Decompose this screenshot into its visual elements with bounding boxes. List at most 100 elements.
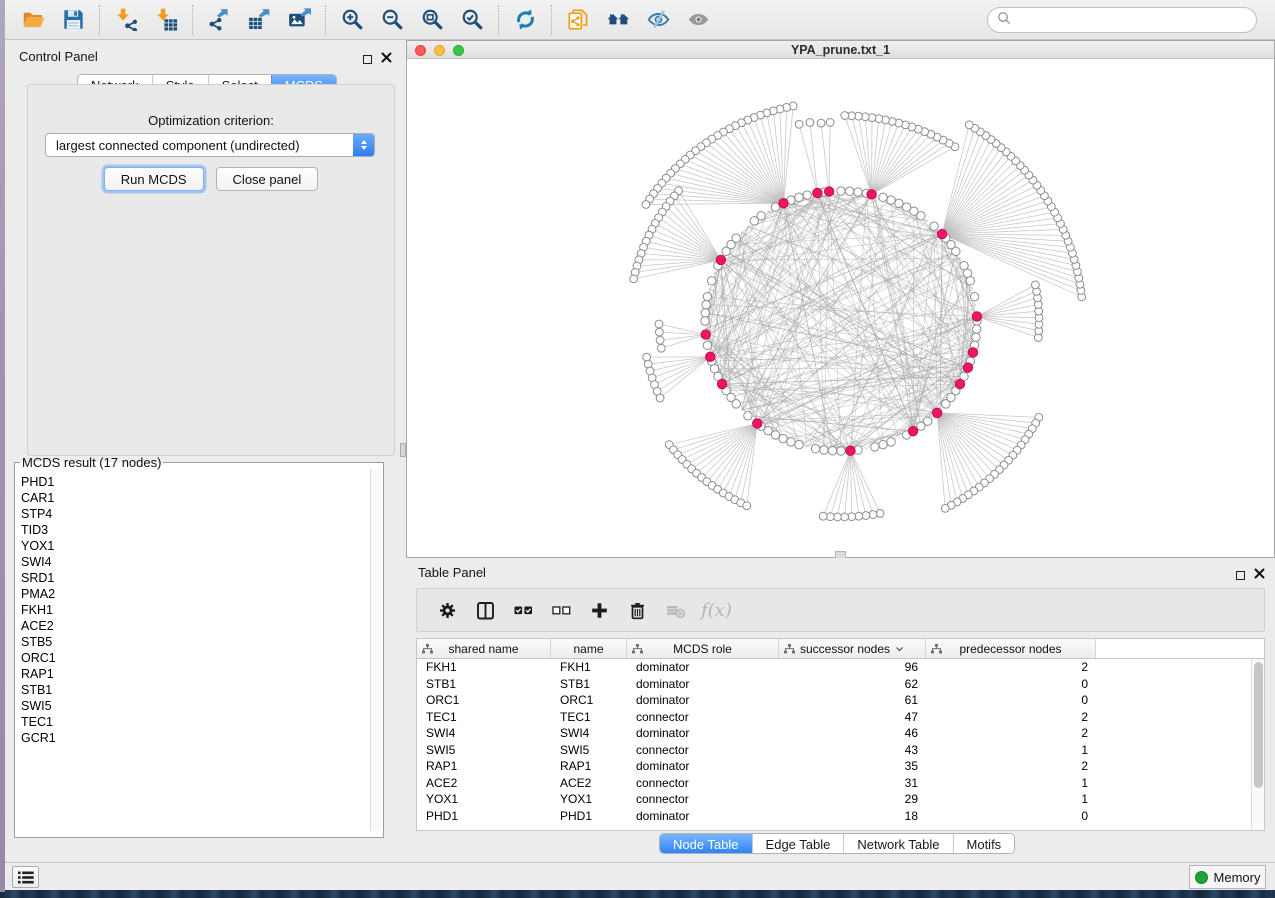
graph-node[interactable] [972, 333, 980, 341]
graph-node[interactable] [707, 277, 715, 285]
mcds-result-item[interactable]: CAR1 [21, 490, 368, 506]
table-cell[interactable]: 2 [926, 758, 1096, 775]
refresh-icon[interactable] [508, 5, 542, 35]
graph-node[interactable] [828, 447, 836, 455]
table-row[interactable]: PHD1PHD1dominator180 [417, 808, 1251, 825]
table-row[interactable]: FKH1FKH1dominator962 [417, 659, 1251, 676]
mcds-list-scrollbar[interactable] [370, 469, 382, 831]
graph-hub-node[interactable] [937, 229, 946, 238]
graph-leaf-node[interactable] [862, 512, 870, 520]
table-cell[interactable]: SWI4 [417, 725, 551, 742]
table-cell[interactable]: 46 [779, 725, 926, 742]
graph-leaf-node[interactable] [655, 320, 663, 328]
dropdown-spinner-icon[interactable] [353, 134, 374, 156]
table-row[interactable]: ORC1ORC1dominator610 [417, 692, 1251, 709]
mcds-result-item[interactable]: ACE2 [21, 618, 368, 634]
table-cell[interactable]: dominator [627, 808, 779, 825]
graph-hub-node[interactable] [932, 408, 941, 417]
export-network-icon[interactable] [202, 5, 236, 35]
graph-hub-node[interactable] [779, 198, 788, 207]
table-cell[interactable]: connector [627, 791, 779, 808]
graph-node[interactable] [787, 438, 795, 446]
home-pair-icon[interactable] [601, 5, 635, 35]
mcds-result-item[interactable]: RAP1 [21, 666, 368, 682]
export-table-icon[interactable] [242, 5, 276, 35]
float-panel-icon[interactable] [363, 55, 372, 64]
graph-node[interactable] [970, 292, 978, 300]
delete-row-icon[interactable] [623, 596, 651, 624]
mcds-result-item[interactable]: PHD1 [21, 474, 368, 490]
table-scrollbar[interactable] [1251, 659, 1264, 830]
search-input[interactable] [1017, 10, 1256, 30]
graph-node[interactable] [811, 444, 819, 452]
graph-leaf-node[interactable] [817, 119, 825, 127]
mcds-result-item[interactable]: SWI5 [21, 698, 368, 714]
graph-node[interactable] [703, 292, 711, 300]
graph-leaf-node[interactable] [643, 353, 651, 361]
graph-leaf-node[interactable] [876, 509, 884, 517]
graph-leaf-node[interactable] [743, 502, 751, 510]
graph-node[interactable] [837, 447, 845, 455]
graph-node[interactable] [845, 187, 853, 195]
graph-leaf-node[interactable] [656, 336, 664, 344]
table-cell[interactable]: RAP1 [551, 758, 627, 775]
table-cell[interactable]: dominator [627, 692, 779, 709]
table-cell[interactable]: connector [627, 775, 779, 792]
table-cell[interactable]: 43 [779, 742, 926, 759]
table-cell[interactable]: STB1 [417, 676, 551, 693]
table-cell[interactable]: connector [627, 709, 779, 726]
graph-node[interactable] [795, 440, 803, 448]
zoom-fit-icon[interactable] [415, 5, 449, 35]
close-panel-icon[interactable] [381, 50, 392, 68]
table-cell[interactable]: SWI5 [417, 742, 551, 759]
copy-style-icon[interactable] [561, 5, 595, 35]
graph-leaf-node[interactable] [795, 120, 803, 128]
graph-hub-node[interactable] [824, 187, 833, 196]
table-cell[interactable]: PHD1 [551, 808, 627, 825]
table-cell[interactable]: 1 [926, 775, 1096, 792]
graph-node[interactable] [803, 191, 811, 199]
graph-leaf-node[interactable] [841, 112, 849, 120]
table-cell[interactable]: 1 [926, 742, 1096, 759]
table-row[interactable]: SWI4SWI4dominator462 [417, 725, 1251, 742]
table-cell[interactable]: 0 [926, 808, 1096, 825]
table-row[interactable]: TEC1TEC1connector472 [417, 709, 1251, 726]
column-header-shared-name[interactable]: shared name [417, 639, 551, 659]
table-row[interactable]: RAP1RAP1dominator352 [417, 758, 1251, 775]
table-cell[interactable]: 96 [779, 659, 926, 676]
tab-network-table[interactable]: Network Table [843, 834, 952, 853]
graph-node[interactable] [887, 438, 895, 446]
graph-leaf-node[interactable] [965, 121, 973, 129]
tab-edge-table[interactable]: Edge Table [752, 834, 844, 853]
graph-leaf-node[interactable] [655, 328, 663, 336]
graph-leaf-node[interactable] [869, 511, 877, 519]
graph-leaf-node[interactable] [841, 513, 849, 521]
graph-node[interactable] [960, 261, 968, 269]
table-row[interactable]: STB1STB1dominator620 [417, 676, 1251, 693]
table-cell[interactable]: dominator [627, 676, 779, 693]
table-cell[interactable]: 18 [779, 808, 926, 825]
graph-hub-node[interactable] [706, 352, 715, 361]
tab-node-table[interactable]: Node Table [660, 834, 752, 853]
table-cell[interactable]: connector [627, 742, 779, 759]
graph-node[interactable] [854, 188, 862, 196]
graph-leaf-node[interactable] [657, 344, 665, 352]
select-all-icon[interactable] [509, 596, 537, 624]
table-cell[interactable]: 29 [779, 791, 926, 808]
task-history-button[interactable] [12, 866, 39, 888]
graph-hub-node[interactable] [867, 190, 876, 199]
export-image-icon[interactable] [282, 5, 316, 35]
settings-gear-icon[interactable] [433, 596, 461, 624]
graph-hub-node[interactable] [753, 419, 762, 428]
mcds-result-item[interactable]: SWI4 [21, 554, 368, 570]
table-row[interactable]: ACE2ACE2connector311 [417, 775, 1251, 792]
graph-node[interactable] [744, 412, 752, 420]
mcds-result-item[interactable]: STB1 [21, 682, 368, 698]
float-table-panel-icon[interactable] [1236, 571, 1245, 580]
table-cell[interactable]: SWI5 [551, 742, 627, 759]
mcds-result-item[interactable]: YOX1 [21, 538, 368, 554]
graph-hub-node[interactable] [846, 446, 855, 455]
graph-leaf-node[interactable] [819, 512, 827, 520]
table-cell[interactable]: RAP1 [417, 758, 551, 775]
zoom-selected-icon[interactable] [455, 5, 489, 35]
